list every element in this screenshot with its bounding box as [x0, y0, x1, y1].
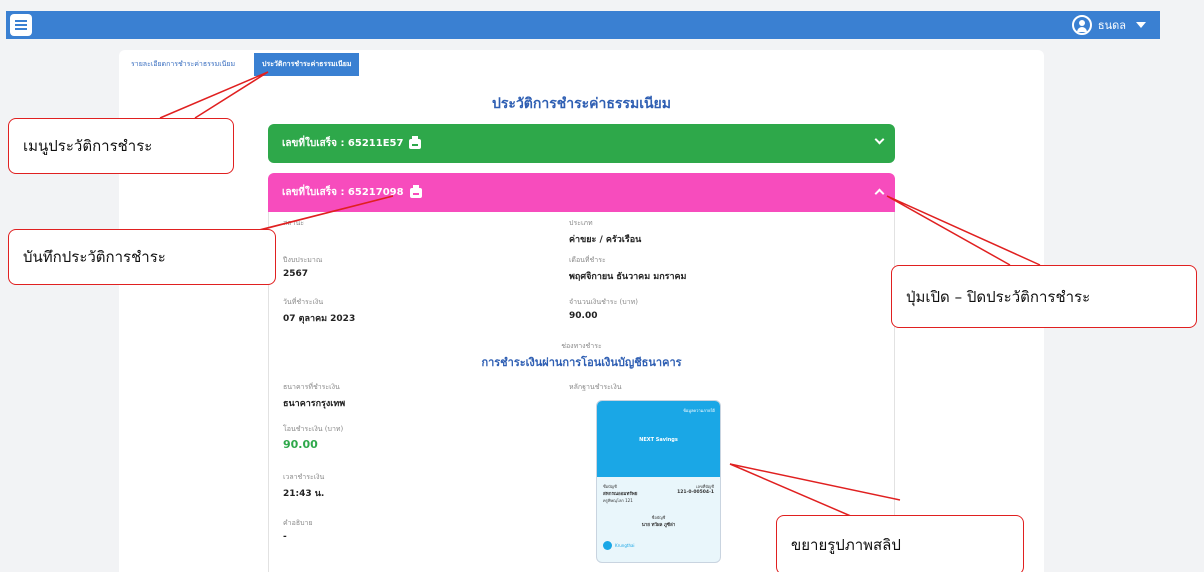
field-bank: ธนาคารที่ชำระเงิน ธนาคารกรุงเทพ — [283, 383, 346, 409]
callout-toggle: ปุ่มเปิด – ปิดประวัติการชำระ — [891, 265, 1197, 328]
user-name: ธนดล — [1097, 19, 1126, 32]
receipt-number: เลขที่ใบเสร็จ : 65217098 — [282, 187, 404, 198]
top-navbar: ธนดล — [6, 11, 1160, 39]
field-budget-year: ปีงบประมาณ 2567 — [283, 256, 323, 279]
chevron-down-icon[interactable] — [874, 134, 885, 145]
field-months: เดือนที่ชำระ พฤศจิกายน ธันวาคม มกราคม — [569, 256, 687, 282]
tab-payment-history[interactable]: ประวัติการชำระค่าธรรมเนียม — [254, 53, 360, 76]
field-pay-time: เวลาชำระเงิน 21:43 น. — [283, 473, 325, 499]
field-transfer-amount: โอนชำระเงิน (บาท) 90.00 — [283, 425, 344, 451]
tab-payment-details[interactable]: รายละเอียดการชำระค่าธรรมเนียม — [123, 53, 243, 76]
page-title: ประวัติการชำระค่าธรรมเนียม — [492, 96, 671, 112]
field-status: สถานะ — [283, 219, 304, 227]
receipt-number: เลขที่ใบเสร็จ : 65211E57 — [282, 138, 404, 149]
callout-menu: เมนูประวัติการชำระ — [8, 118, 234, 174]
caret-down-icon — [1136, 22, 1146, 28]
receipt-header-expanded[interactable]: เลขที่ใบเสร็จ : 65217098 — [268, 173, 895, 212]
payment-slip-image[interactable]: ข้อมูลความภายใต้ NEXT Savings ชื่อบัญชี … — [596, 400, 721, 563]
receipt-header-collapsed[interactable]: เลขที่ใบเสร็จ : 65211E57 — [268, 124, 895, 163]
printer-icon[interactable] — [409, 135, 422, 149]
channel-label: ช่องทางชำระ — [561, 342, 602, 350]
user-menu[interactable]: ธนดล — [1071, 13, 1146, 37]
printer-icon[interactable] — [409, 184, 422, 198]
chevron-up-icon[interactable] — [874, 188, 885, 199]
callout-zoom: ขยายรูปภาพสลิป — [776, 515, 1024, 572]
field-evidence: หลักฐานชำระเงิน — [569, 383, 622, 391]
field-description: คำอธิบาย - — [283, 519, 313, 542]
bank-logo-icon — [603, 541, 612, 550]
user-avatar-icon — [1071, 15, 1092, 35]
channel-value: การชำระเงินผ่านการโอนเงินบัญชีธนาคาร — [481, 356, 682, 369]
field-pay-date: วันที่ชำระเงิน 07 ตุลาคม 2023 — [283, 298, 356, 324]
field-amount: จำนวนเงินชำระ (บาท) 90.00 — [569, 298, 639, 321]
field-type: ประเภท ค่าขยะ / ครัวเรือน — [569, 219, 642, 245]
hamburger-menu-icon[interactable] — [10, 14, 32, 36]
callout-record: บันทึกประวัติการชำระ — [8, 229, 276, 285]
